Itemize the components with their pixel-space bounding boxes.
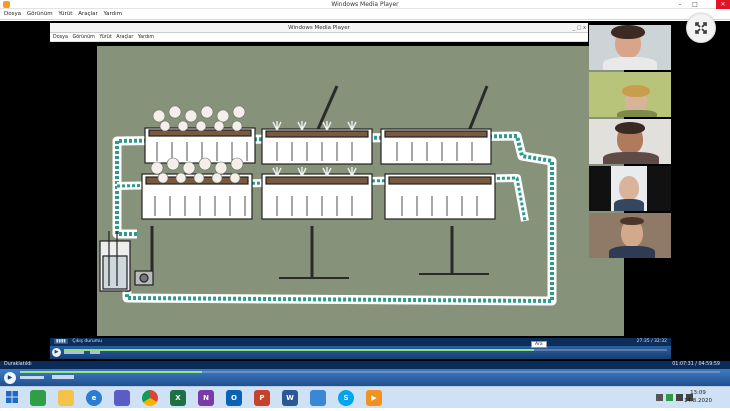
powerpoint-icon[interactable]: P (254, 390, 270, 406)
fullscreen-button[interactable] (686, 13, 716, 43)
menu-help[interactable]: Yardım (104, 9, 123, 20)
video-frame[interactable] (97, 46, 624, 336)
participant-hair (620, 217, 644, 225)
menu-view[interactable]: Görünüm (27, 9, 53, 20)
participant-hair (622, 85, 650, 97)
inner-menu-tools[interactable]: Araçlar (116, 35, 133, 40)
network-icon[interactable] (676, 394, 683, 401)
internet-explorer-icon[interactable]: e (86, 390, 102, 406)
participant-video-1[interactable] (589, 25, 671, 70)
inner-menu-bar: Dosya Görünüm Yürüt Araçlar Yardım (50, 33, 588, 42)
skype-icon[interactable]: S (338, 390, 354, 406)
chrome-icon[interactable] (142, 390, 158, 406)
inner-window-title-bar: Windows Media Player _ □ x (50, 23, 588, 33)
store-icon[interactable] (30, 390, 46, 406)
menu-bar: Dosya Görünüm Yürüt Araçlar Yardım (0, 9, 730, 20)
participant-video-5[interactable] (589, 213, 671, 258)
inner-time: 27:35 / 32:32 (636, 339, 667, 344)
participant-shirt (603, 57, 657, 70)
playback-status: Duraklatıldı (4, 362, 32, 367)
close-button[interactable]: ✕ (716, 0, 730, 9)
expand-icon (695, 22, 707, 34)
system-clock[interactable]: 13:09 14.8.2020 (684, 389, 712, 405)
outlook-icon[interactable]: O (226, 390, 242, 406)
remote-desktop-icon[interactable] (310, 390, 326, 406)
participant-video-3[interactable] (589, 119, 671, 164)
participant-hair (615, 122, 645, 134)
participant-hair (611, 25, 645, 39)
inner-seek-fill (64, 349, 535, 351)
menu-play[interactable]: Yürüt (58, 9, 72, 20)
clock-time: 13:09 (690, 390, 706, 396)
inner-status-bar: ▮▮▮▮ Çıkış durumu 27:35 / 32:32 (50, 338, 671, 346)
inner-status-indicator: ▮▮▮▮ (54, 339, 68, 344)
stop-controls[interactable] (20, 376, 44, 379)
inner-menu-help[interactable]: Yardım (138, 35, 154, 40)
inner-stop-controls[interactable] (64, 351, 84, 354)
playback-time: 01:07:31 / 04:59:59 (672, 362, 720, 367)
clock-date: 14.8.2020 (684, 398, 712, 404)
screen: Windows Media Player – □ ✕ Dosya Görünüm… (0, 0, 730, 411)
seek-bar[interactable] (20, 371, 720, 373)
inner-menu-file[interactable]: Dosya (53, 35, 68, 40)
participant-shirt (614, 199, 644, 211)
seek-fill (20, 371, 202, 373)
inner-seek-bar[interactable] (64, 349, 667, 351)
participant-video-2[interactable] (589, 72, 671, 117)
participant-shirt (603, 152, 659, 164)
status-bar: Duraklatıldı 01:07:31 / 04:59:59 (0, 361, 730, 369)
window-title-bar: Windows Media Player – □ ✕ (0, 0, 730, 9)
inner-play-button[interactable]: ▶ (52, 348, 61, 357)
volume-slider[interactable] (52, 375, 74, 379)
hydroponic-system-illustration (97, 46, 624, 336)
inner-menu-play[interactable]: Yürüt (99, 35, 111, 40)
word-icon[interactable]: W (282, 390, 298, 406)
file-explorer-icon[interactable] (58, 390, 74, 406)
menu-tools[interactable]: Araçlar (78, 9, 98, 20)
media-player-icon[interactable]: ▶ (366, 390, 382, 406)
windows-logo-icon (6, 391, 18, 403)
inner-control-bar: ▶ (50, 346, 671, 359)
participant-shirt (617, 110, 657, 117)
inner-window-title: Windows Media Player (288, 25, 350, 31)
inner-window-controls[interactable]: _ □ x (573, 23, 586, 33)
participant-video-4[interactable] (589, 166, 671, 211)
start-button[interactable] (4, 390, 20, 406)
participant-face (619, 176, 639, 200)
menu-file[interactable]: Dosya (4, 9, 21, 20)
participant-shirt (609, 246, 655, 258)
taskbar: e X N O P W S ▶ 13:09 14.8.2020 (0, 386, 730, 408)
tray-app-icon[interactable] (666, 394, 673, 401)
minimize-button[interactable]: – (673, 0, 687, 9)
onenote-icon[interactable]: N (198, 390, 214, 406)
inner-volume[interactable] (90, 351, 100, 354)
play-button[interactable]: ▶ (4, 372, 16, 384)
maximize-button[interactable]: □ (688, 0, 702, 9)
calculator-icon[interactable] (114, 390, 130, 406)
tray-chevron-icon[interactable] (656, 394, 663, 401)
window-title: Windows Media Player (331, 1, 399, 8)
inner-status-text: Çıkış durumu (72, 339, 103, 344)
seek-tooltip: Ara (531, 341, 547, 348)
inner-menu-view[interactable]: Görünüm (72, 35, 94, 40)
excel-icon[interactable]: X (170, 390, 186, 406)
